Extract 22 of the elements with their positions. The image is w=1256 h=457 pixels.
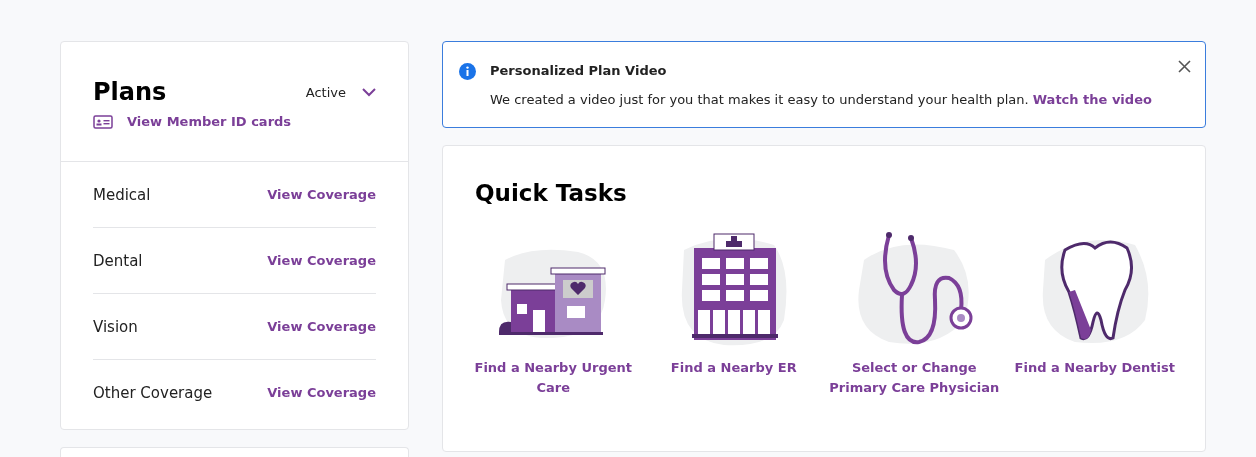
alert-message: We created a video just for you that makes it easy to understand your health plan. Watch the video xyxy=(490,92,1152,107)
task-link[interactable]: Find a Nearby ER xyxy=(670,358,797,378)
info-icon xyxy=(459,63,476,80)
status-dropdown[interactable]: Active xyxy=(305,84,376,100)
view-coverage-link[interactable]: View Coverage xyxy=(267,385,376,400)
coverage-name: Vision xyxy=(93,317,138,336)
alert-title: Personalized Plan Video xyxy=(490,63,668,78)
task-link[interactable]: Select or Change Primary Care Physician xyxy=(829,358,1000,398)
id-card-icon xyxy=(93,114,113,129)
task-link[interactable]: Find a Nearby Urgent Care xyxy=(468,358,639,398)
view-id-cards-link[interactable]: View Member ID cards xyxy=(127,114,292,129)
coverage-name: Medical xyxy=(93,185,151,204)
task-link[interactable]: Find a Nearby Dentist xyxy=(1014,358,1175,378)
view-coverage-link[interactable]: View Coverage xyxy=(267,319,376,334)
watch-video-link[interactable]: Watch the video xyxy=(1032,92,1152,107)
view-coverage-link[interactable]: View Coverage xyxy=(267,253,376,268)
quick-tasks-title: Quick Tasks xyxy=(475,180,628,206)
view-coverage-link[interactable]: View Coverage xyxy=(267,187,376,202)
chevron-down-icon xyxy=(362,87,376,97)
coverage-name: Dental xyxy=(93,251,143,270)
plans-title: Plans xyxy=(93,78,167,106)
coverage-name: Other Coverage xyxy=(93,383,213,402)
